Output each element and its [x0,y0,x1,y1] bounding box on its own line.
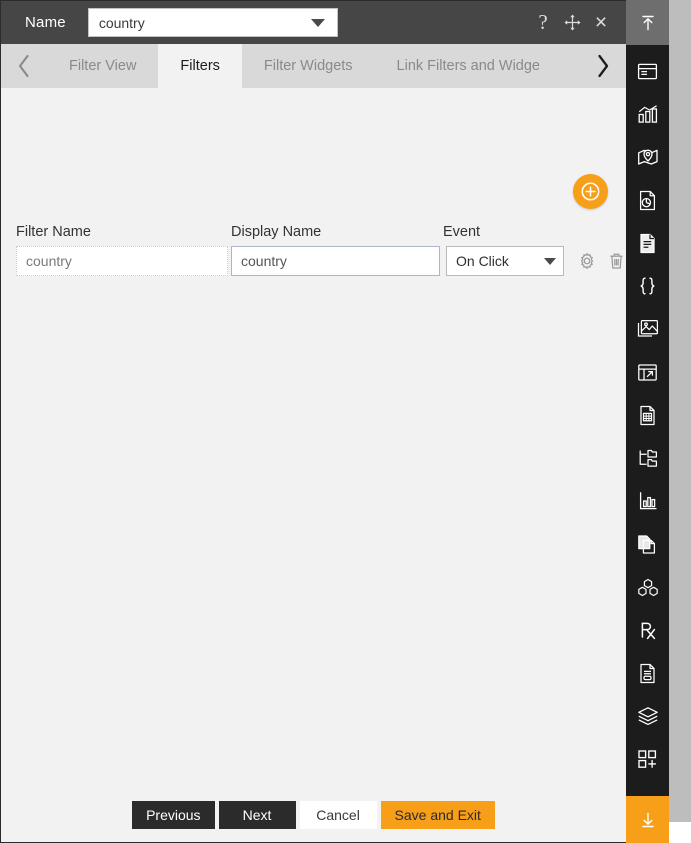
save-and-exit-button[interactable]: Save and Exit [380,801,495,829]
script-document-icon[interactable] [635,661,661,685]
window-panel-icon[interactable] [635,59,661,83]
previous-button[interactable]: Previous [132,801,215,829]
name-dropdown-value: country [98,14,145,31]
filters-form: Filter Name Display Name Event country c… [1,218,626,276]
filters-dialog: Name country ? × Filter View Filters Fil… [0,0,626,843]
filter-name-input[interactable]: country [16,246,228,276]
trash-icon[interactable] [606,251,626,271]
tab-filter-widgets[interactable]: Filter Widgets [241,44,375,88]
collapse-up-icon[interactable] [626,0,669,45]
chevron-down-icon [310,18,325,27]
text-document-icon[interactable] [635,231,661,255]
copy-pages-icon[interactable] [635,532,661,556]
tree-folders-icon[interactable] [635,446,661,470]
layers-icon[interactable] [635,704,661,728]
move-icon[interactable] [561,11,583,35]
dialog-body: Filter Name Display Name Event country c… [1,88,626,842]
tab-link-filters-and-widgets[interactable]: Link Filters and Widge [374,44,562,88]
close-icon[interactable]: × [590,11,612,35]
tab-strip: Filter View Filters Filter Widgets Link … [1,44,626,88]
form-header-row: Filter Name Display Name Event [1,218,626,240]
image-stack-icon[interactable] [635,317,661,341]
tab-filters[interactable]: Filters [158,44,242,88]
event-dropdown[interactable]: On Click [446,246,564,276]
display-name-input[interactable]: country [231,246,440,276]
add-filter-button[interactable] [573,174,608,209]
event-header: Event [443,224,481,240]
cancel-button[interactable]: Cancel [299,801,377,829]
filter-name-header: Filter Name [16,224,91,240]
name-label: Name [25,14,66,31]
tabs-container: Filter View Filters Filter Widgets Link … [47,44,580,88]
pie-document-icon[interactable] [635,188,661,212]
app-root: Name country ? × Filter View Filters Fil… [0,0,691,843]
column-chart-icon[interactable] [635,489,661,513]
name-dropdown[interactable]: country [87,8,338,37]
gear-icon[interactable] [577,251,597,271]
prescription-rx-icon[interactable] [635,618,661,642]
tab-filter-view[interactable]: Filter View [47,44,159,88]
expand-down-icon[interactable] [626,796,669,843]
dashboard-link-icon[interactable] [635,360,661,384]
close-glyph: × [594,11,608,34]
dialog-footer: Previous Next Cancel Save and Exit [1,801,626,829]
help-glyph: ? [538,10,548,34]
right-icon-rail [626,0,669,843]
filter-row: country country On Click [1,246,626,276]
map-pin-icon[interactable] [635,145,661,169]
cubes-icon[interactable] [635,575,661,599]
next-button[interactable]: Next [218,801,296,829]
titlebar-controls: ? × [532,1,612,44]
tabs-scroll-right-button[interactable] [580,44,626,88]
rail-icon-list [626,45,669,796]
add-tile-icon[interactable] [635,747,661,771]
curly-braces-icon[interactable] [635,274,661,298]
help-icon[interactable]: ? [532,11,554,35]
spreadsheet-document-icon[interactable] [635,403,661,427]
tabs-scroll-left-button[interactable] [1,44,47,88]
dialog-titlebar: Name country ? × [1,1,626,44]
display-name-header: Display Name [231,224,322,240]
row-actions [577,251,626,271]
vertical-scrollbar[interactable] [669,0,691,822]
bar-chart-icon[interactable] [635,102,661,126]
chevron-down-icon [544,257,556,265]
event-dropdown-value: On Click [456,253,509,269]
